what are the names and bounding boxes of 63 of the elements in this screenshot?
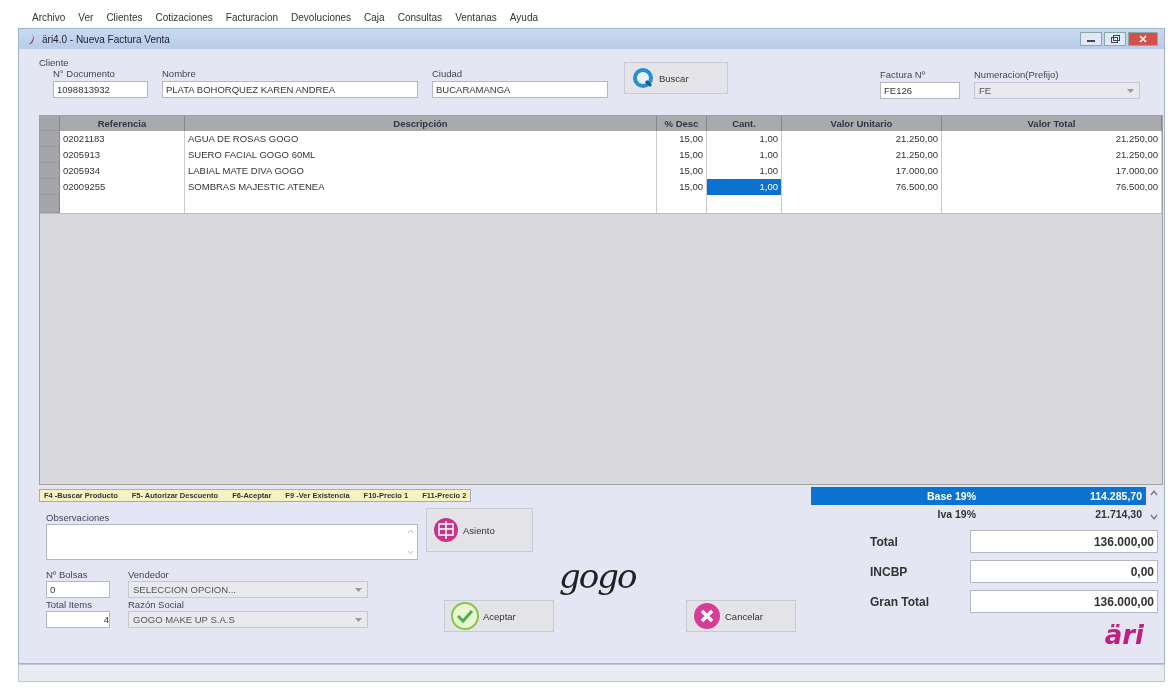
row-header[interactable] (40, 163, 60, 179)
field-label: Factura Nº (880, 69, 927, 80)
total-field[interactable]: 0,00 (970, 560, 1158, 583)
field-label: Observaciones (46, 512, 111, 523)
total-label: Gran Total (870, 594, 931, 609)
scroll-arrows-icon (1150, 488, 1158, 522)
field-label: Total Items (46, 599, 93, 610)
field-label: N° Documento (53, 68, 116, 79)
row-header[interactable] (40, 179, 60, 195)
field-label: Razón Social (128, 599, 185, 610)
cancel-button[interactable]: Cancelar (686, 600, 796, 632)
cancel-icon (693, 602, 721, 630)
corner-header[interactable] (40, 116, 60, 131)
menu-item[interactable]: Facturacion (225, 12, 279, 26)
menu-item[interactable]: Cotizaciones (155, 12, 213, 26)
minimize-button[interactable] (1080, 32, 1102, 46)
table-cell: 1,00 (707, 179, 782, 195)
row-header[interactable] (40, 147, 60, 163)
menu-item[interactable]: Devoluciones (291, 12, 352, 26)
field-label: Nombre (162, 68, 197, 79)
close-icon (1139, 35, 1147, 43)
total-label: INCBP (870, 564, 909, 579)
search-button[interactable]: Buscar (624, 62, 728, 94)
caret-icon (355, 617, 362, 622)
maximize-button[interactable] (1104, 32, 1126, 46)
bags-field[interactable]: 0 (46, 581, 110, 598)
total-field[interactable]: 136.000,00 (970, 530, 1158, 553)
name-field[interactable]: PLATA BOHORQUEZ KAREN ANDREA (162, 81, 418, 98)
menu-item[interactable]: Ver (78, 12, 94, 26)
menu-item[interactable]: Archivo (32, 12, 66, 26)
window-title: äri4.0 - Nueva Factura Venta (42, 33, 170, 45)
menu-item[interactable]: Consultas (397, 12, 443, 26)
scroll-arrows-icon (407, 527, 414, 557)
field-label: Numeracion(Prefijo) (974, 69, 1060, 80)
tax-row[interactable]: Base 19% 114.285,70 (811, 487, 1146, 505)
total-field[interactable]: 136.000,00 (970, 590, 1158, 613)
city-field[interactable]: BUCARAMANGA (432, 81, 608, 98)
vendor-logo: äri (1104, 619, 1144, 651)
invoice-number-field[interactable]: FE126 (880, 82, 960, 99)
entry-button[interactable]: Asiento (426, 508, 533, 552)
row-header[interactable] (40, 195, 60, 213)
caret-icon (355, 587, 362, 592)
field-label: Ciudad (432, 68, 464, 79)
brand-logo: gogo (559, 556, 636, 596)
field-label: Vendedor (128, 569, 170, 580)
checkmark-icon (451, 602, 479, 630)
tax-row[interactable]: Iva 19% 21.714,30 (811, 505, 1146, 523)
menu-item[interactable]: Clientes (106, 12, 143, 26)
menu-item[interactable]: Ventanas (455, 12, 497, 26)
document-number-field[interactable]: 1098813932 (53, 81, 148, 98)
total-label: Total (870, 534, 899, 549)
search-icon (631, 66, 655, 90)
row-header[interactable] (40, 131, 60, 147)
close-button[interactable] (1128, 32, 1158, 46)
accept-button[interactable]: Aceptar (444, 600, 554, 632)
group-label: Cliente (39, 57, 70, 68)
menu-item[interactable]: Ayuda (509, 12, 539, 26)
menu-item[interactable]: Caja (364, 12, 385, 26)
caret-icon (1127, 88, 1134, 93)
notes-field[interactable] (46, 524, 418, 560)
field-label: Nº Bolsas (46, 569, 89, 580)
total-items-field[interactable]: 4 (46, 611, 110, 628)
restore-icon (1110, 35, 1120, 43)
